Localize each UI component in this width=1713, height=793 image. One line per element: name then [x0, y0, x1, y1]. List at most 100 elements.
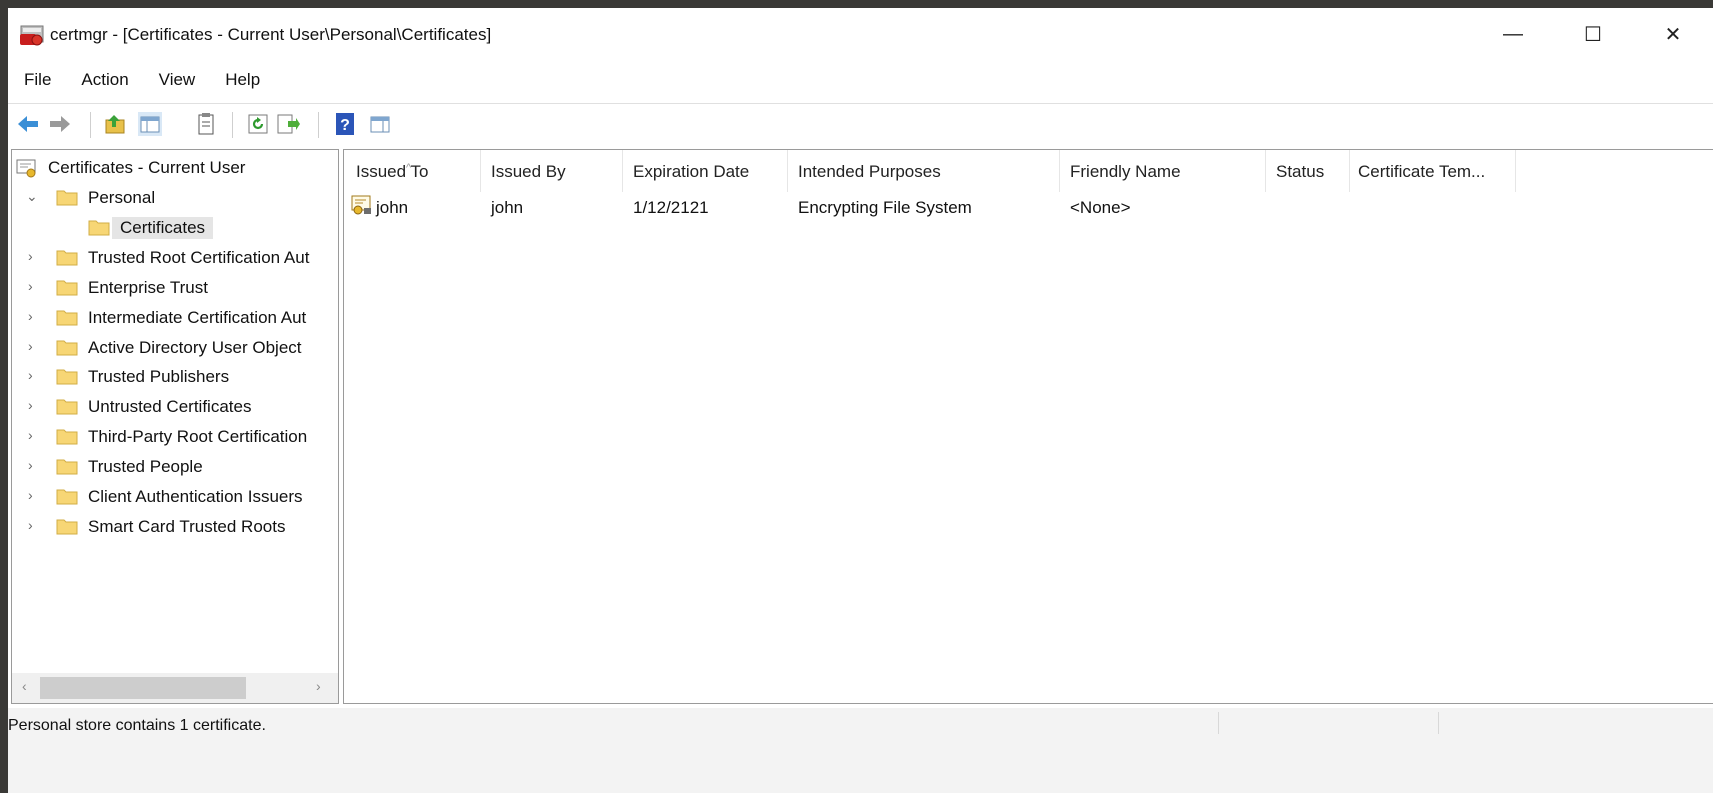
console-tree[interactable]: Certificates - Current User ⌄ Personal C…	[11, 149, 339, 704]
scrollbar-thumb[interactable]	[40, 677, 246, 699]
show-hide-action-pane-icon[interactable]	[368, 112, 392, 136]
column-header-friendly-name[interactable]: Friendly Name	[1060, 150, 1264, 192]
tree-item-label: Client Authentication Issuers	[88, 487, 303, 506]
certificate-store-icon	[16, 159, 36, 178]
column-label: Friendly Name	[1070, 162, 1181, 181]
menu-action[interactable]: Action	[63, 66, 140, 96]
folder-icon	[56, 310, 78, 326]
column-header-expiration-date[interactable]: Expiration Date	[623, 150, 786, 192]
tree-item-label: Third-Party Root Certification	[88, 427, 308, 446]
folder-icon	[56, 429, 78, 445]
scroll-left-icon[interactable]: ‹	[22, 678, 27, 694]
refresh-icon[interactable]	[246, 112, 270, 136]
status-divider	[1218, 712, 1219, 734]
expand-chevron-icon[interactable]: ›	[28, 517, 42, 535]
up-folder-icon[interactable]	[104, 112, 128, 136]
column-label: Status	[1276, 162, 1325, 181]
column-label: Issued To	[356, 162, 429, 181]
tree-item-intermediate[interactable]: › Intermediate Certification Aut	[12, 304, 338, 332]
toolbar: ?	[8, 103, 1713, 144]
export-list-icon[interactable]	[276, 112, 300, 136]
tree-item-personal[interactable]: ⌄ Personal	[12, 184, 338, 212]
tree-item-trusted-root[interactable]: › Trusted Root Certification Aut	[12, 244, 338, 272]
expand-chevron-icon[interactable]: ›	[28, 308, 42, 326]
column-header-issued-to[interactable]: ^ Issued To	[344, 150, 480, 192]
tree-item-label: Smart Card Trusted Roots	[88, 517, 286, 536]
expand-chevron-icon[interactable]: ›	[28, 457, 42, 475]
tree-item-label: Intermediate Certification Aut	[88, 308, 307, 327]
tree-item-trusted-people[interactable]: › Trusted People	[12, 453, 338, 481]
svg-text:?: ?	[340, 117, 350, 134]
toolbar-separator	[318, 112, 319, 138]
expand-chevron-icon[interactable]: ›	[28, 367, 42, 385]
close-button[interactable]: ✕	[1638, 8, 1708, 60]
column-label: Intended Purposes	[798, 162, 941, 181]
folder-icon	[56, 190, 78, 206]
tree-horizontal-scrollbar[interactable]: ‹ ›	[12, 673, 338, 703]
properties-icon[interactable]	[194, 112, 218, 136]
column-header-certificate-template[interactable]: Certificate Tem...	[1350, 150, 1514, 192]
certmgr-window: certmgr - [Certificates - Current User\P…	[8, 8, 1713, 793]
tree-item-ad-user-object[interactable]: › Active Directory User Object	[12, 334, 338, 362]
back-arrow-icon[interactable]	[16, 112, 40, 136]
menu-file[interactable]: File	[8, 66, 63, 96]
tree-item-untrusted[interactable]: › Untrusted Certificates	[12, 393, 338, 421]
expand-chevron-icon[interactable]: ›	[28, 248, 42, 266]
status-text: Personal store contains 1 certificate.	[8, 717, 266, 734]
tree-item-label: Trusted Root Certification Aut	[88, 248, 310, 267]
folder-icon	[56, 340, 78, 356]
menu-help[interactable]: Help	[207, 66, 272, 96]
cell-expiration-date: 1/12/2121	[633, 198, 709, 217]
scroll-right-icon[interactable]: ›	[316, 678, 321, 694]
show-hide-console-tree-icon[interactable]	[138, 112, 162, 136]
window-title: certmgr - [Certificates - Current User\P…	[50, 25, 492, 44]
expand-chevron-icon[interactable]: ›	[28, 487, 42, 505]
status-divider	[1438, 712, 1439, 734]
folder-icon	[88, 220, 110, 236]
minimize-button[interactable]: —	[1478, 8, 1548, 60]
tree-item-label: Certificates	[112, 217, 214, 239]
tree-item-enterprise-trust[interactable]: › Enterprise Trust	[12, 274, 338, 302]
certificate-list[interactable]: ^ Issued To Issued By Expiration Date In…	[343, 149, 1713, 704]
tree-item-root[interactable]: Certificates - Current User	[12, 154, 338, 182]
folder-icon	[56, 250, 78, 266]
tree-item-label: Enterprise Trust	[88, 278, 208, 297]
tree-item-certificates[interactable]: Certificates	[12, 214, 338, 242]
cell-issued-to: john	[376, 198, 409, 217]
collapse-chevron-icon[interactable]: ⌄	[26, 188, 40, 206]
tree-item-label: Trusted Publishers	[88, 367, 230, 386]
cell-intended-purposes: Encrypting File System	[798, 198, 972, 217]
tree-item-label: Personal	[88, 188, 156, 207]
tree-item-label: Untrusted Certificates	[88, 397, 252, 416]
tree-item-label: Certificates - Current User	[48, 158, 246, 177]
column-divider[interactable]	[1515, 150, 1516, 192]
column-label: Expiration Date	[633, 162, 750, 181]
column-header-status[interactable]: Status	[1266, 150, 1348, 192]
tree-item-third-party-root[interactable]: › Third-Party Root Certification	[12, 423, 338, 451]
expand-chevron-icon[interactable]: ›	[28, 338, 42, 356]
maximize-button[interactable]: ☐	[1558, 8, 1628, 60]
tree-item-label: Trusted People	[88, 457, 203, 476]
certificate-icon	[351, 195, 371, 215]
status-bar: Personal store contains 1 certificate.	[8, 708, 1713, 793]
forward-arrow-icon[interactable]	[48, 112, 72, 136]
column-label: Certificate Tem...	[1358, 162, 1486, 181]
expand-chevron-icon[interactable]: ›	[28, 278, 42, 296]
help-icon[interactable]: ?	[334, 112, 358, 136]
title-bar: certmgr - [Certificates - Current User\P…	[8, 8, 1713, 60]
tree-item-trusted-publishers[interactable]: › Trusted Publishers	[12, 363, 338, 391]
expand-chevron-icon[interactable]: ›	[28, 397, 42, 415]
menu-bar: File Action View Help	[8, 66, 1713, 96]
tree-item-client-auth-issuers[interactable]: › Client Authentication Issuers	[12, 483, 338, 511]
column-header-intended-purposes[interactable]: Intended Purposes	[788, 150, 1058, 192]
folder-icon	[56, 489, 78, 505]
column-header-issued-by[interactable]: Issued By	[481, 150, 621, 192]
folder-icon	[56, 369, 78, 385]
folder-icon	[56, 399, 78, 415]
menu-view[interactable]: View	[141, 66, 208, 96]
certmgr-app-icon	[20, 25, 44, 46]
folder-icon	[56, 280, 78, 296]
tree-item-smart-card-roots[interactable]: › Smart Card Trusted Roots	[12, 513, 338, 541]
expand-chevron-icon[interactable]: ›	[28, 427, 42, 445]
folder-icon	[56, 519, 78, 535]
